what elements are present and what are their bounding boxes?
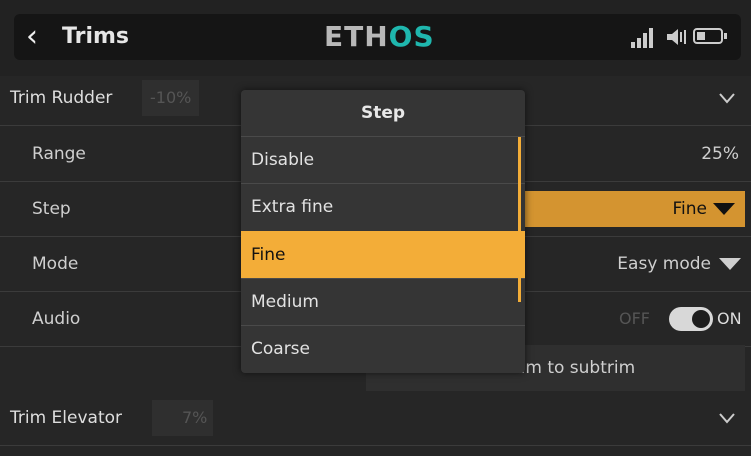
option-medium[interactable]: Medium: [241, 278, 525, 325]
toggle-on-label: ON: [717, 309, 742, 328]
audio-toggle[interactable]: OFF ON: [599, 307, 742, 331]
popup-title: Step: [360, 103, 406, 123]
option-extra-fine[interactable]: Extra fine: [241, 183, 525, 230]
range-label: Range: [32, 144, 86, 164]
trim-rudder-value: -10%: [142, 80, 200, 116]
back-icon: ‹: [26, 19, 38, 54]
audio-label: Audio: [32, 309, 81, 329]
option-disable[interactable]: Disable: [241, 136, 525, 183]
back-button[interactable]: ‹: [26, 18, 60, 56]
step-popup: Step Disable Extra fine Fine Medium Coar…: [241, 90, 525, 373]
step-dropdown[interactable]: Fine: [520, 191, 745, 227]
signal-icon: [631, 28, 655, 48]
toggle-switch[interactable]: [669, 307, 713, 331]
battery-icon: [693, 28, 727, 44]
triangle-down-icon[interactable]: [719, 258, 741, 270]
mode-dropdown-value[interactable]: Easy mode: [617, 236, 711, 292]
status-icons: [631, 24, 731, 50]
step-dropdown-value: Fine: [672, 199, 708, 219]
range-value[interactable]: 25%: [701, 126, 739, 182]
trim-elevator-value: 7%: [152, 400, 214, 436]
triangle-down-icon: [713, 203, 735, 215]
header-bar: ‹ Trims ETHOS: [0, 0, 751, 76]
title-bar: ‹ Trims ETHOS: [14, 14, 741, 60]
trim-elevator-label: Trim Elevator: [10, 408, 123, 428]
speaker-icon: [667, 29, 686, 45]
ethos-logo: ETHOS: [324, 20, 435, 53]
popup-scrollbar[interactable]: [518, 137, 521, 302]
mode-label: Mode: [32, 254, 79, 274]
chevron-down-icon[interactable]: [719, 90, 735, 106]
option-coarse[interactable]: Coarse: [241, 325, 525, 372]
toggle-off-label: OFF: [619, 309, 650, 328]
chevron-down-icon[interactable]: [719, 410, 735, 426]
trim-rudder-label: Trim Rudder: [10, 88, 113, 108]
option-fine[interactable]: Fine: [241, 231, 525, 278]
step-label: Step: [32, 199, 71, 219]
page-title: Trims: [62, 24, 129, 49]
trim-elevator-row[interactable]: Trim Elevator 7%: [0, 390, 751, 446]
